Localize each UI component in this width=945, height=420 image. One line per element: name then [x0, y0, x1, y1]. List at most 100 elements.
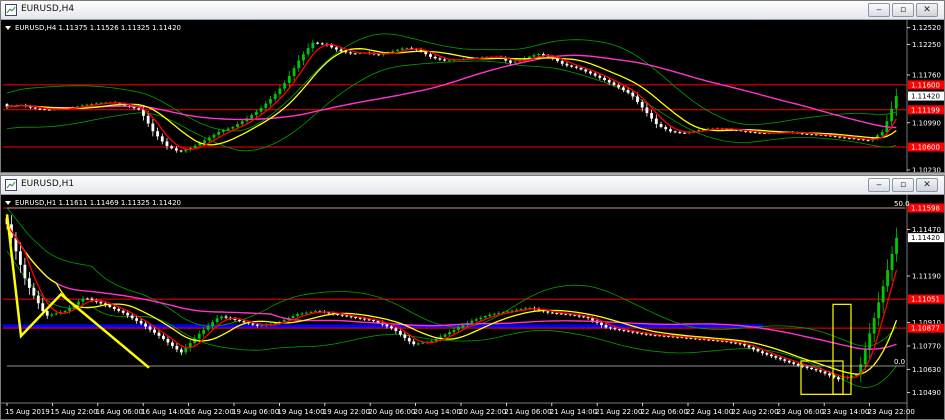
candle-body [443, 59, 446, 61]
candlestick-chart-h4[interactable]: EURUSD,H4 1.11375 1.11526 1.11325 1.1142… [1, 20, 944, 172]
candle-body [148, 326, 152, 330]
candle-body [43, 109, 47, 111]
price-level-tag-label: 1.11420 [911, 93, 940, 101]
candle-body [363, 318, 366, 320]
candle-body [403, 334, 407, 338]
price-level-tag-label: 1.11199 [911, 106, 940, 114]
minimize-button[interactable]: ‒ [868, 178, 890, 192]
candle-body [600, 322, 603, 326]
candle-body [470, 320, 474, 323]
candle-body [796, 363, 800, 366]
candle-body [311, 42, 315, 49]
candle-body [398, 330, 402, 335]
candle-body [664, 126, 668, 130]
candle-body [47, 109, 51, 111]
candle-body [492, 313, 496, 315]
candle-body [385, 324, 389, 327]
time-axis-label: 21 Aug 06:00 [504, 408, 551, 416]
minimize-button[interactable]: ‒ [868, 3, 890, 17]
candle-body [170, 342, 174, 346]
candle-body [626, 90, 630, 93]
chart-window-h1[interactable]: EURUSD,H1 ‒ ▫ ✕ EURUSD,H1 1.11611 1.1146… [0, 175, 945, 420]
candle-body [278, 88, 282, 95]
candle-body [433, 56, 437, 59]
candle-body [309, 311, 313, 313]
candle-body [224, 316, 228, 318]
window-title: EURUSD,H1 [21, 179, 75, 189]
dropdown-arrow-icon [5, 26, 11, 30]
candle-body [316, 42, 319, 44]
candle-body [479, 317, 483, 320]
candle-body [296, 314, 299, 317]
candlestick-chart-h1[interactable]: EURUSD,H1 1.11611 1.11469 1.11325 1.1142… [1, 195, 944, 419]
time-axis-label: 22 Aug 06:00 [641, 408, 688, 416]
chart-window-icon [5, 4, 17, 16]
candle-body [264, 103, 268, 108]
candle-body [617, 329, 621, 331]
maximize-button[interactable]: ▫ [892, 178, 914, 192]
candle-body [570, 65, 574, 67]
candle-body [443, 334, 447, 337]
candle-body [774, 356, 778, 358]
candle-body [886, 270, 889, 287]
moving-average-fast [6, 43, 897, 151]
candle-body [354, 316, 358, 318]
symbol-ohlc-label: EURUSD,H4 1.11375 1.11526 1.11325 1.1142… [15, 24, 181, 32]
candle-body [126, 312, 130, 316]
candle-body [157, 332, 161, 336]
price-axis-label: 1.10770 [912, 343, 941, 351]
candle-body [872, 318, 876, 334]
close-button[interactable]: ✕ [916, 178, 938, 192]
candle-body [165, 141, 169, 147]
close-button[interactable]: ✕ [916, 3, 938, 17]
chart-window-h4[interactable]: EURUSD,H4 ‒ ▫ ✕ EURUSD,H4 1.11375 1.1152… [0, 0, 945, 173]
candle-body [236, 124, 239, 128]
candle-body [349, 52, 352, 54]
maximize-button[interactable]: ▫ [892, 3, 914, 17]
candle-body [598, 75, 602, 78]
candle-body [156, 131, 159, 137]
time-axis-label: 22 Aug 14:00 [686, 408, 733, 416]
time-axis-label: 15 Aug 2019 [5, 408, 50, 416]
window-titlebar-h1[interactable]: EURUSD,H1 ‒ ▫ ✕ [1, 176, 944, 195]
chart-canvas-h1[interactable]: EURUSD,H1 1.11611 1.11469 1.11325 1.1142… [1, 195, 944, 419]
candle-body [683, 132, 686, 134]
candle-body [283, 83, 287, 89]
price-level-tag-label: 1.11420 [911, 234, 940, 242]
candle-body [203, 140, 207, 144]
candle-body [68, 307, 71, 311]
price-axis-label: 1.11760 [912, 71, 941, 79]
candle-body [139, 320, 143, 324]
candle-body [251, 323, 255, 325]
candle-body [86, 298, 89, 300]
window-titlebar-h4[interactable]: EURUSD,H4 ‒ ▫ ✕ [1, 1, 944, 20]
candle-body [579, 67, 583, 70]
minimize-icon: ‒ [876, 4, 882, 15]
candle-body [407, 337, 411, 342]
candle-body [27, 278, 31, 288]
candle-body [193, 145, 197, 148]
candle-body [894, 96, 898, 109]
candle-body [320, 43, 324, 45]
candle-body [617, 84, 621, 88]
candle-body [184, 347, 188, 353]
candle-body [345, 315, 349, 317]
candle-body [121, 310, 125, 313]
candle-body [778, 357, 782, 360]
moving-average-fast [6, 223, 898, 379]
time-axis-label: 16 Aug 14:00 [141, 408, 188, 416]
candle-body [513, 61, 517, 63]
candle-body [457, 327, 460, 330]
candle-body [863, 348, 867, 365]
price-level-tag-label: 1.11051 [911, 296, 940, 304]
candle-body [146, 115, 150, 124]
zigzag-pattern-line [5, 214, 150, 369]
candle-body [591, 318, 594, 321]
candle-body [756, 349, 760, 352]
candle-body [372, 320, 375, 322]
candle-body [636, 96, 639, 103]
candle-body [895, 237, 898, 254]
candle-body [550, 312, 554, 314]
candle-body [170, 146, 174, 149]
chart-canvas-h4[interactable]: EURUSD,H4 1.11375 1.11526 1.11325 1.1142… [1, 20, 944, 172]
